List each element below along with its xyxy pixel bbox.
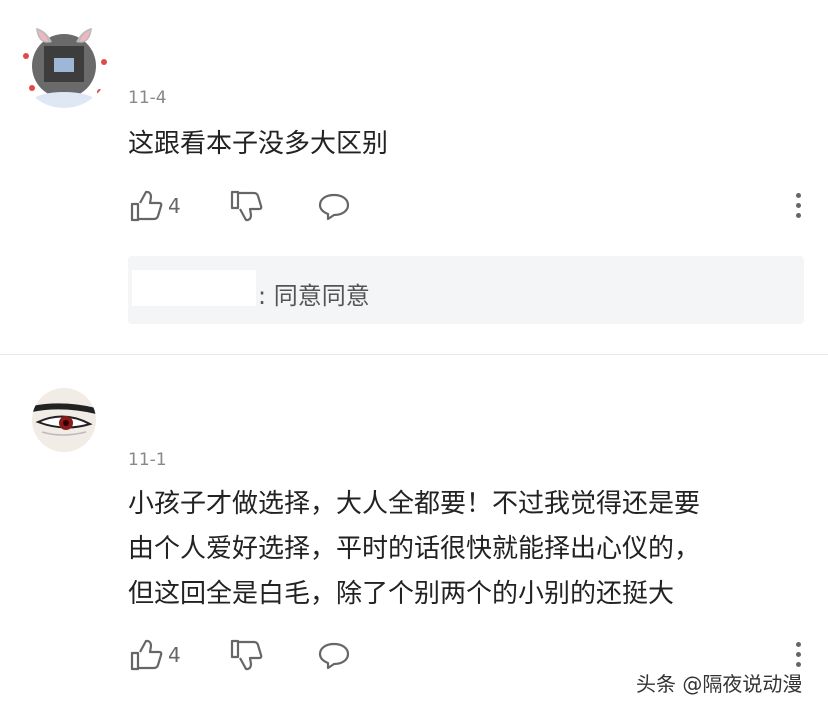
watermark: 头条 @隔夜说动漫 <box>636 672 803 696</box>
anime-eye-avatar-icon <box>32 388 96 452</box>
bunny-ears-photo-avatar-icon <box>18 16 110 108</box>
more-options-button[interactable] <box>796 642 802 667</box>
comment-text: 这跟看本子没多大区别 <box>128 129 389 159</box>
like-button[interactable]: 4 <box>128 188 181 224</box>
like-button[interactable]: 4 <box>128 637 181 673</box>
reply-author-redacted <box>132 270 256 306</box>
comment-divider <box>0 354 828 355</box>
reply-preview[interactable]: : 同意同意 <box>128 256 804 324</box>
comment-text-line: 小孩子才做选择，大人全都要！不过我觉得还是要 <box>128 489 701 519</box>
like-count: 4 <box>168 194 181 218</box>
comment-avatar[interactable] <box>32 388 96 452</box>
more-options-button[interactable] <box>796 193 802 218</box>
thumbs-up-icon <box>130 639 163 671</box>
speech-bubble-icon <box>318 642 350 670</box>
dislike-button[interactable] <box>228 188 264 228</box>
comment-text-line: 由个人爱好选择，平时的话很快就能择出心仪的， <box>128 534 701 564</box>
like-count: 4 <box>168 643 181 667</box>
comment-text-line: 但这回全是白毛，除了个别两个的小别的还挺大 <box>128 579 675 609</box>
more-dots-icon <box>796 193 801 198</box>
comment-text: 小孩子才做选择，大人全都要！不过我觉得还是要 由个人爱好选择，平时的话很快就能择… <box>128 482 700 617</box>
thumbs-down-icon <box>230 639 263 671</box>
reply-button[interactable] <box>316 637 352 677</box>
reply-text: : 同意同意 <box>258 282 370 310</box>
comment-date: 11-4 <box>128 88 167 108</box>
more-dots-icon <box>796 642 801 647</box>
reply-button[interactable] <box>316 188 352 228</box>
comment-date: 11-1 <box>128 450 167 470</box>
speech-bubble-icon <box>318 193 350 221</box>
dislike-button[interactable] <box>228 637 264 677</box>
comment-avatar[interactable] <box>18 16 110 108</box>
thumbs-up-icon <box>130 190 163 222</box>
thumbs-down-icon <box>230 190 263 222</box>
